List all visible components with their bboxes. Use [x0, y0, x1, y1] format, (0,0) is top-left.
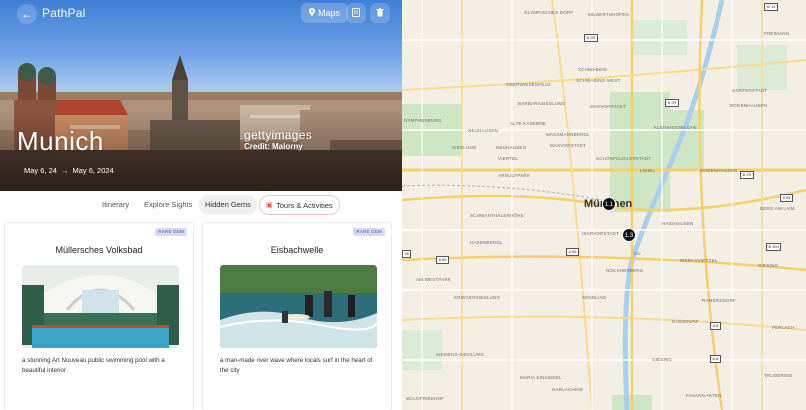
map-district-label: OBERWIESENFELD — [506, 82, 551, 87]
map-district-label: SCHWABING — [578, 67, 608, 72]
gem-card[interactable]: RARE GEM Müllersches Volksbad a stunning… — [4, 222, 194, 410]
map-district-label: RAMERSDORF — [702, 298, 737, 303]
road-number-badge: B 2R — [584, 34, 598, 42]
swimming-pool-photo — [22, 265, 179, 348]
map-district-label: ALTE KASERNE — [510, 121, 547, 126]
road-number-badge: M 13 — [764, 3, 778, 11]
back-arrow-icon[interactable]: ← — [17, 4, 37, 24]
map-district-label: GIESING — [758, 263, 779, 268]
map-district-label: ARNULFPARK — [498, 173, 530, 178]
map-district-label: NUSSDORF — [672, 319, 699, 324]
card-image — [22, 265, 179, 348]
road-number-badge: A 8 — [710, 322, 721, 330]
document-icon[interactable] — [346, 3, 366, 23]
map-district-label: OLYMPISCHES DORF — [524, 10, 574, 15]
card-description: a stunning Art Nouveau public swimming p… — [22, 357, 165, 374]
map-district-label: SIEMENS-SIEDLUNG — [436, 352, 484, 357]
tab-tours-activities[interactable]: ▣ Tours & Activities — [259, 195, 340, 215]
map-district-label: MILBERTSHOFEN — [588, 12, 629, 17]
page-title: Munich — [17, 126, 104, 156]
map-pin-icon — [309, 3, 315, 23]
tab-hidden-gems[interactable]: Hidden Gems — [199, 195, 257, 215]
trip-panel: ← PathPal Maps gettyimages Credit: Malor… — [0, 0, 402, 410]
road-number-badge: B 304 — [766, 243, 782, 251]
photo-watermark: gettyimages — [244, 128, 312, 142]
app-name: PathPal — [42, 6, 86, 20]
date-end: May 6, 2024 — [72, 166, 114, 175]
trash-icon[interactable] — [370, 3, 390, 23]
map-district-label: FREIMANN — [764, 31, 790, 36]
map-district-label: LEHEL — [640, 168, 656, 173]
map-district-label: HARLACHING — [552, 387, 584, 392]
map-district-label: FASANGARTEN — [686, 393, 722, 398]
map-district-label: GIESING — [652, 357, 673, 362]
road-number-badge: 96 — [402, 250, 412, 258]
hero-image: ← PathPal Maps gettyimages Credit: Malor… — [0, 0, 402, 191]
maps-button-label: Maps — [318, 8, 341, 18]
map-district-label: AU — [634, 251, 641, 256]
map-district-label: GARTENSTADT — [732, 88, 768, 93]
map-district-label: WALDFRIEDHOF — [406, 396, 445, 401]
map-district-label: ISARVORSTADT — [582, 231, 619, 236]
map-district-label: NOCKHERBERG — [606, 268, 644, 273]
map-district-label: SCHWANTHALERHÖHE — [470, 213, 524, 218]
map-district-label: MAXVORSTADT — [590, 104, 627, 109]
map-district-label: AM WESTPARK — [416, 277, 452, 282]
trip-dates: May 6, 24 → May 6, 2024 — [24, 166, 114, 175]
date-start: May 6, 24 — [24, 166, 57, 175]
map-district-label: NEUHAUSEN — [496, 145, 527, 150]
top-bar: ← PathPal Maps — [0, 0, 402, 30]
map-district-label: MASSMANNBERGL — [546, 132, 590, 137]
map-district-label: KRIEGERSIEDLUNG — [454, 295, 501, 300]
map-district-label: BOGENHAUSEN — [700, 168, 738, 173]
tab-itinerary[interactable]: Itinerary — [96, 195, 135, 215]
river-surf-photo — [220, 265, 377, 348]
map-district-label: MARIA EINSIEDEL — [520, 375, 562, 380]
tab-tours-label: Tours & Activities — [276, 201, 333, 210]
map-district-label: BERG AM LAIM — [760, 206, 795, 211]
map-district-label: HASENBERGL — [470, 240, 503, 245]
gem-card[interactable]: RARE GEM Eisbachwelle a man-made river w… — [202, 222, 392, 410]
map-district-label: SENDLING — [582, 295, 607, 300]
road-number-badge: A 96 — [436, 256, 450, 264]
map-marker[interactable]: 1.3 — [622, 228, 636, 242]
road-number-badge: A 8 — [710, 355, 721, 363]
map-district-label: WERKSVIERTEL — [680, 258, 718, 263]
map-district-label: NEUHAUSEN — [468, 128, 499, 133]
road-number-badge: B 2R — [740, 171, 754, 179]
map-district-label: HAIDHAUSEN — [662, 221, 694, 226]
map-district-label: MAXVORSTADT — [550, 143, 587, 148]
map-district-label: SCHWABING WEST — [576, 78, 621, 83]
road-number-badge: A 96 — [566, 248, 580, 256]
map-district-label: NYMPHENBURG — [404, 118, 442, 123]
rare-gem-badge: RARE GEM — [353, 228, 385, 236]
photo-credit: Credit: Malorny — [244, 142, 303, 151]
ticket-icon: ▣ — [266, 202, 273, 209]
map-district-label: PERLACH — [772, 325, 795, 330]
rare-gem-badge: RARE GEM — [155, 228, 187, 236]
map-district-label: BARBARASIEDLUNG — [518, 101, 566, 106]
tab-explore-sights[interactable]: Explore Sights — [138, 195, 198, 215]
arrow-icon: → — [60, 166, 69, 175]
road-number-badge: B 2R — [665, 99, 679, 107]
road-number-badge: A 94 — [780, 194, 794, 202]
card-image — [220, 265, 377, 348]
map-view[interactable]: OLYMPISCHES DORF MILBERTSHOFEN OBERWIESE… — [402, 0, 806, 410]
tab-bar: Itinerary Explore Sights Hidden Gems ▣ T… — [0, 195, 402, 217]
card-title: Eisbachwelle — [270, 245, 324, 255]
map-district-label: VIERTEL — [498, 156, 519, 161]
card-title: Müllersches Volksbad — [55, 245, 143, 255]
map-district-label: BOGENHAUSEN — [730, 103, 768, 108]
map-district-label: KLEINHESSELOHE — [654, 125, 698, 130]
map-district-label: TRUDERING — [764, 373, 793, 378]
map-district-label: SIEDLUNG — [452, 145, 477, 150]
map-marker[interactable]: 1.1 — [602, 197, 616, 211]
map-district-label: SCHÖNFELDVORSTADT — [596, 156, 652, 161]
maps-button[interactable]: Maps — [301, 3, 349, 23]
card-description: a man-made river wave where locals surf … — [220, 357, 373, 374]
